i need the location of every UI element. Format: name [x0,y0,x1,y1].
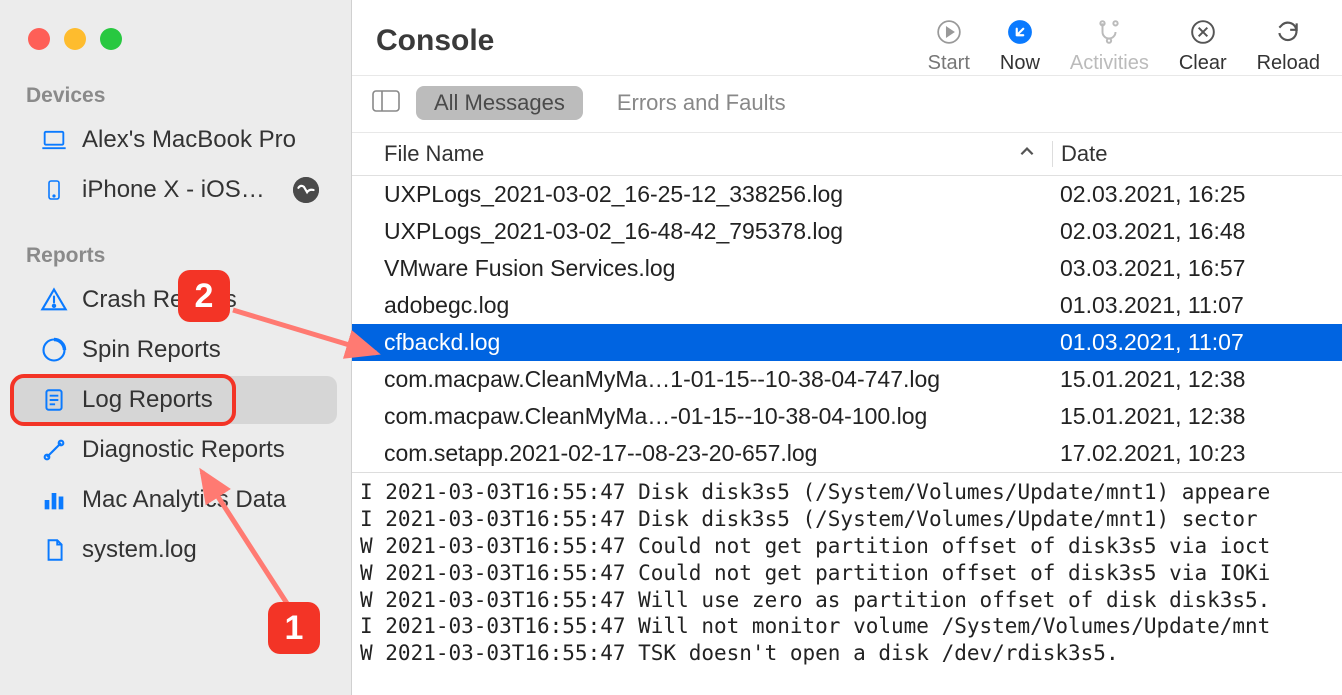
document-icon [40,386,68,414]
cell-date: 02.03.2021, 16:25 [1052,181,1342,208]
cell-filename: UXPLogs_2021-03-02_16-48-42_795378.log [352,218,1052,245]
table-body: UXPLogs_2021-03-02_16-25-12_338256.log02… [352,176,1342,472]
device-iphone[interactable]: iPhone X - iOS… [14,166,337,214]
table-row[interactable]: UXPLogs_2021-03-02_16-25-12_338256.log02… [352,176,1342,213]
reports-header: Reports [0,234,351,274]
sidebar-item-label: system.log [82,536,319,564]
reload-icon [1274,18,1302,46]
minimize-window-button[interactable] [64,28,86,50]
device-macbook[interactable]: Alex's MacBook Pro [14,116,337,164]
cell-filename: com.setapp.2021-02-17--08-23-20-657.log [352,440,1052,467]
start-button[interactable]: Start [928,18,970,75]
toolbar-label: Activities [1070,52,1149,75]
sidebar-item-crash-reports[interactable]: Crash Reports [14,276,337,324]
cell-date: 02.03.2021, 16:48 [1052,218,1342,245]
table-row[interactable]: com.macpaw.CleanMyMa…-01-15--10-38-04-10… [352,398,1342,435]
sidebar-item-log-reports[interactable]: Log Reports [14,376,337,424]
play-icon [935,18,963,46]
activities-button[interactable]: Activities [1070,18,1149,75]
toolbar-label: Clear [1179,52,1227,75]
now-button[interactable]: Now [1000,18,1040,75]
spinner-icon [40,336,68,364]
cell-date: 01.03.2021, 11:07 [1052,329,1342,356]
sidebar-item-label: Diagnostic Reports [82,436,319,464]
clear-button[interactable]: Clear [1179,18,1227,75]
cell-date: 15.01.2021, 12:38 [1052,403,1342,430]
sidebar-item-system-log[interactable]: system.log [14,526,337,574]
toolbar: Console Start Now Activities [352,0,1342,76]
filter-errors-faults[interactable]: Errors and Faults [599,86,804,120]
cell-filename: cfbackd.log [352,329,1052,356]
cell-filename: UXPLogs_2021-03-02_16-25-12_338256.log [352,181,1052,208]
cell-date: 03.03.2021, 16:57 [1052,255,1342,282]
table-row[interactable]: VMware Fusion Services.log03.03.2021, 16… [352,250,1342,287]
column-header-date[interactable]: Date [1052,141,1342,167]
sidebar-item-label: Mac Analytics Data [82,486,319,514]
annotation-badge-1: 1 [268,602,320,654]
laptop-icon [40,126,68,154]
table-row[interactable]: com.setapp.2021-02-17--08-23-20-657.log1… [352,435,1342,472]
annotation-badge-2: 2 [178,270,230,322]
reload-button[interactable]: Reload [1257,18,1320,75]
cell-date: 01.03.2021, 11:07 [1052,292,1342,319]
column-header-filename[interactable]: File Name [352,141,1002,167]
cell-filename: com.macpaw.CleanMyMa…-01-15--10-38-04-10… [352,403,1052,430]
table-header: File Name Date [352,133,1342,176]
filter-bar: All Messages Errors and Faults [352,76,1342,133]
device-label: iPhone X - iOS… [82,176,279,204]
cell-date: 15.01.2021, 12:38 [1052,366,1342,393]
window-controls [0,10,351,74]
toolbar-label: Now [1000,52,1040,75]
devices-header: Devices [0,74,351,114]
app-title: Console [376,18,928,58]
device-label: Alex's MacBook Pro [82,126,319,154]
warning-icon [40,286,68,314]
table-row[interactable]: UXPLogs_2021-03-02_16-48-42_795378.log02… [352,213,1342,250]
toolbar-label: Reload [1257,52,1320,75]
filter-all-messages[interactable]: All Messages [416,86,583,120]
cell-filename: VMware Fusion Services.log [352,255,1052,282]
sort-ascending-icon[interactable] [1002,141,1052,167]
log-output: I 2021-03-03T16:55:47 Disk disk3s5 (/Sys… [352,472,1342,673]
file-icon [40,536,68,564]
toolbar-buttons: Start Now Activities Clear [928,18,1320,75]
phone-icon [40,176,68,204]
sidebar: Devices Alex's MacBook Pro iPhone X - iO… [0,0,352,695]
table-row[interactable]: com.macpaw.CleanMyMa…1-01-15--10-38-04-7… [352,361,1342,398]
cell-filename: com.macpaw.CleanMyMa…1-01-15--10-38-04-7… [352,366,1052,393]
sidebar-toggle-icon[interactable] [372,90,400,117]
toolbar-label: Start [928,52,970,75]
status-badge-icon [293,177,319,203]
tools-icon [40,436,68,464]
sidebar-item-mac-analytics[interactable]: Mac Analytics Data [14,476,337,524]
activities-icon [1095,18,1123,46]
close-window-button[interactable] [28,28,50,50]
table-row[interactable]: adobegc.log01.03.2021, 11:07 [352,287,1342,324]
cell-filename: adobegc.log [352,292,1052,319]
cell-date: 17.02.2021, 10:23 [1052,440,1342,467]
sidebar-item-diagnostic-reports[interactable]: Diagnostic Reports [14,426,337,474]
sidebar-item-spin-reports[interactable]: Spin Reports [14,326,337,374]
clear-icon [1189,18,1217,46]
sidebar-item-label: Log Reports [82,386,319,414]
zoom-window-button[interactable] [100,28,122,50]
table-row[interactable]: cfbackd.log01.03.2021, 11:07 [352,324,1342,361]
bars-icon [40,486,68,514]
main-content: Console Start Now Activities [352,0,1342,695]
sidebar-item-label: Spin Reports [82,336,319,364]
now-icon [1006,18,1034,46]
